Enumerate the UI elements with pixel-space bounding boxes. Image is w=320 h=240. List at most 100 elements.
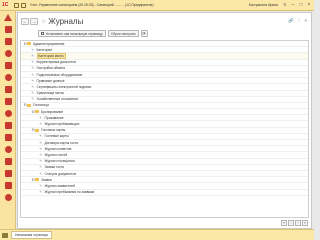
tree-item-label: Заявки xyxy=(41,177,52,182)
tree-item-label: Категории xyxy=(36,47,52,52)
tree-item-label: Журнал пребывания по заявкам xyxy=(44,190,95,195)
journal-link-icon: ↰ xyxy=(39,190,42,195)
sidebar-item-11[interactable] xyxy=(0,143,16,155)
maximize-icon[interactable]: □ xyxy=(298,2,304,8)
sidebar-item-2[interactable] xyxy=(0,35,16,47)
favorite-star-icon[interactable]: ☆ xyxy=(41,18,46,25)
window-title: Учет. Управление санаторием (20.15.03) -… xyxy=(30,3,154,7)
sidebar-item-4[interactable] xyxy=(0,59,16,71)
section-icon xyxy=(4,37,12,45)
journal-link-icon: ↰ xyxy=(31,78,34,83)
section-icon xyxy=(4,49,12,57)
folder-icon xyxy=(27,103,31,107)
menu-icon[interactable] xyxy=(14,2,19,8)
sidebar-item-14[interactable] xyxy=(0,179,16,191)
journal-link-icon: ↰ xyxy=(39,183,42,188)
section-icon xyxy=(4,169,12,177)
tree-item-label: Сертификаты электронной подписи xyxy=(36,84,92,89)
more-menu-icon[interactable]: ⋮ xyxy=(297,18,302,24)
scroll-up-button[interactable]: ‹ xyxy=(288,220,294,226)
sidebar-item-1[interactable] xyxy=(0,23,16,35)
minimize-icon[interactable]: – xyxy=(290,2,296,8)
sidebar-item-10[interactable] xyxy=(0,131,16,143)
sidebar-item-3[interactable] xyxy=(0,47,16,59)
link-icon[interactable]: 🔗 xyxy=(288,18,294,24)
sidebar-item-15[interactable] xyxy=(0,191,16,203)
folder-icon xyxy=(35,178,39,182)
journal-link-icon: ↰ xyxy=(39,171,42,176)
tree-item-label: Статусы документов xyxy=(44,171,77,176)
close-page-icon[interactable]: × xyxy=(304,18,307,24)
section-icon xyxy=(4,61,12,69)
section-icon xyxy=(4,193,12,201)
history-icon[interactable] xyxy=(21,2,26,8)
section-icon xyxy=(4,133,12,141)
refresh-button[interactable]: ⟳ xyxy=(140,30,148,37)
tab-home-page-label: Начальная страница xyxy=(15,233,48,237)
tree-item-label: Правовые данные xyxy=(36,78,65,83)
tab-home-page[interactable]: Начальная страница xyxy=(11,231,52,239)
home-icon xyxy=(4,13,12,21)
journal-link-icon: ↰ xyxy=(31,72,34,77)
sidebar-item-8[interactable] xyxy=(0,107,16,119)
reset-settings-label: Сброс настроек xyxy=(110,31,136,36)
tree-item-row[interactable]: ↰ Журнал пребывания по заявкам xyxy=(21,190,308,196)
folder-icon xyxy=(35,110,39,114)
reset-settings-button[interactable]: Сброс настроек xyxy=(107,30,139,37)
journals-tree: ⊟ Администрирование ↰ Категории ↰ Категории к… xyxy=(20,40,309,218)
sidebar-item-home[interactable] xyxy=(0,11,16,23)
sidebar-item-9[interactable] xyxy=(0,119,16,131)
section-icon xyxy=(4,157,12,165)
tree-item-label: Настройки обмена xyxy=(36,66,66,71)
bottom-tab-bar: Начальная страница xyxy=(0,229,314,240)
tree-item-label: Хозяйственные положения xyxy=(36,97,78,102)
page-title: Журналы xyxy=(48,16,84,26)
section-icon xyxy=(4,97,12,105)
list-scroll-controls: « ‹ › » xyxy=(281,220,308,226)
section-icon xyxy=(4,145,12,153)
journal-link-icon: ↰ xyxy=(39,152,42,157)
home-icon[interactable] xyxy=(2,232,8,238)
tree-item-label: Журнал гостей xyxy=(44,152,68,157)
sidebar-item-12[interactable] xyxy=(0,155,16,167)
close-icon[interactable]: × xyxy=(306,2,312,8)
tree-item-label: Журнал посещения xyxy=(44,159,75,164)
tree-item-label: Гостиница xyxy=(33,103,49,108)
sidebar-item-5[interactable] xyxy=(0,71,16,83)
journal-link-icon: ↰ xyxy=(31,60,34,65)
folder-icon xyxy=(27,42,31,46)
sidebar-item-6[interactable] xyxy=(0,83,16,95)
journal-link-icon: ↰ xyxy=(31,97,34,102)
sidebar-item-7[interactable] xyxy=(0,95,16,107)
section-icon xyxy=(4,85,12,93)
scroll-down-button[interactable]: › xyxy=(295,220,301,226)
forward-button[interactable]: → xyxy=(30,17,38,25)
checkbox-icon xyxy=(41,32,44,35)
tree-item-label: Журнал пребывающих xyxy=(44,122,80,127)
journal-link-icon: ↰ xyxy=(31,91,34,96)
journal-link-icon: ↰ xyxy=(39,140,42,145)
scroll-first-button[interactable]: « xyxy=(281,220,287,226)
tree-item-label: Журнал заявителей xyxy=(44,183,75,188)
refresh-icon: ⟳ xyxy=(142,30,147,36)
user-name[interactable]: Кострыгина Ирина xyxy=(249,3,278,7)
scroll-last-button[interactable]: » xyxy=(302,220,308,226)
tree-item-label: Гостевые карты xyxy=(44,134,69,139)
settings-icon[interactable]: ≡ xyxy=(282,2,288,8)
back-button[interactable]: ← xyxy=(21,17,29,25)
sidebar-item-13[interactable] xyxy=(0,167,16,179)
section-icon xyxy=(4,181,12,189)
journal-link-icon: ↰ xyxy=(39,165,42,170)
app-logo: 1С xyxy=(2,2,9,8)
section-icon xyxy=(4,73,12,81)
journal-link-icon: ↰ xyxy=(31,47,34,52)
title-bar: 1С Учет. Управление санаторием (20.15.03… xyxy=(0,0,314,11)
section-icon xyxy=(4,109,12,117)
tree-item-label: Гостевые карты xyxy=(41,128,66,133)
tree-item-label: Журнал клиентов xyxy=(44,146,72,151)
set-start-page-button[interactable]: Установить как начальную страницу xyxy=(38,30,106,37)
journal-link-icon: ↰ xyxy=(31,66,34,71)
page-header: ← → ☆ Журналы 🔗 ⋮ × xyxy=(18,13,311,29)
set-start-page-label: Установить как начальную страницу xyxy=(45,31,103,36)
journal-link-icon: ↰ xyxy=(31,84,34,89)
